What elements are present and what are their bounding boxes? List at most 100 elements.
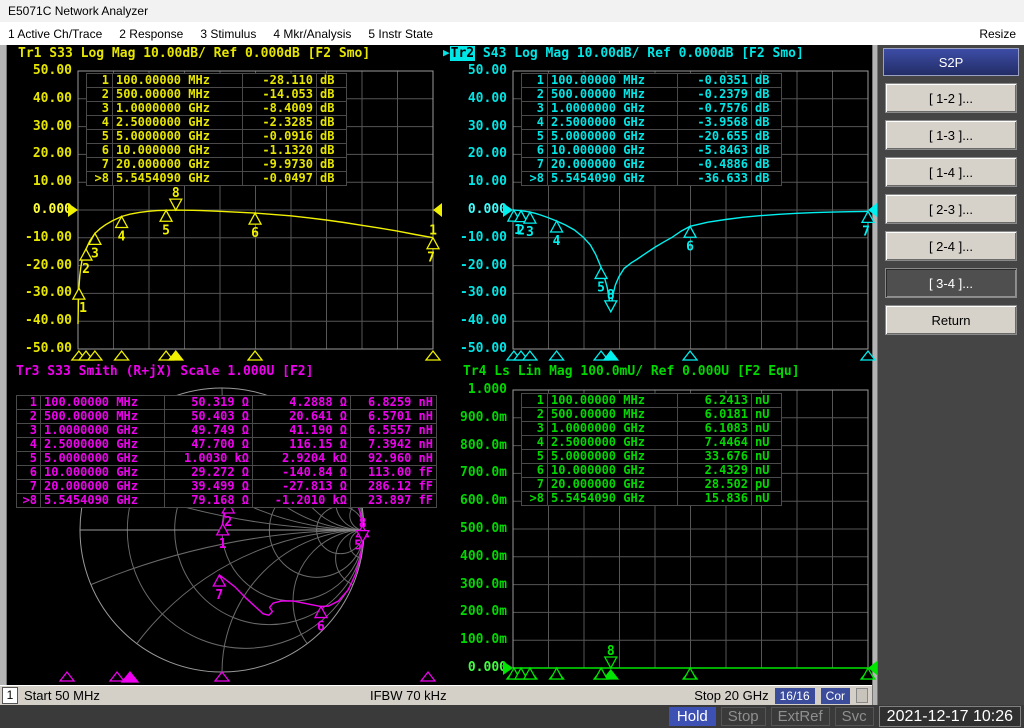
softkey-return[interactable]: Return <box>885 305 1017 335</box>
marker-row: >85.5454090 GHz-36.633dB <box>522 172 782 186</box>
tr2-header: ▶Tr2 S43 Log Mag 10.00dB/ Ref 0.000dB [F… <box>443 46 804 62</box>
tr2-label[interactable]: Tr2 <box>450 46 475 61</box>
svg-text:5: 5 <box>354 539 362 554</box>
svg-text:1: 1 <box>79 301 87 316</box>
svg-text:7: 7 <box>862 224 870 239</box>
tr4-header-text: Ls Lin Mag 100.0mU/ Ref 0.000U [F2 Equ] <box>486 364 799 379</box>
marker-row: 610.000000 GHz29.272 Ω-140.84 Ω113.00 fF <box>17 466 437 480</box>
window-title: E5071C Network Analyzer <box>8 4 148 18</box>
softkey-buttons: [ 1-2 ]... [ 1-3 ]... [ 1-4 ]... [ 2-3 ]...… <box>878 83 1024 335</box>
marker-row: 610.000000 GHz-5.8463dB <box>522 144 782 158</box>
instrument-display: 123456781 50.0040.0030.0020.0010.000.000… <box>0 45 872 685</box>
panel-tr4: 8 1.000900.0m800.0m700.0m600.0m500.0m400… <box>443 364 878 685</box>
tr3-header: ▶Tr3 S33 Smith (R+jX) Scale 1.000U [F2] <box>16 364 313 380</box>
svg-text:7: 7 <box>215 588 223 603</box>
marker-row: 31.0000000 GHz6.1083nU <box>522 422 782 436</box>
marker-row: >85.5454090 GHz-0.0497dB <box>87 172 347 186</box>
title-bar: E5071C Network Analyzer <box>0 0 1024 22</box>
svg-text:2: 2 <box>224 515 232 530</box>
marker-row: 31.0000000 GHz-8.4009dB <box>87 102 347 116</box>
tr4-label[interactable]: Tr4 <box>463 364 486 379</box>
marker-row: 2500.00000 MHz-0.2379dB <box>522 88 782 102</box>
marker-row: 1100.00000 MHz-0.0351dB <box>522 74 782 88</box>
marker-row: 1100.00000 MHz6.2413nU <box>522 394 782 408</box>
marker-row: 2500.00000 MHz-14.053dB <box>87 88 347 102</box>
svg-text:5: 5 <box>597 280 605 295</box>
marker-row: 720.000000 GHz28.502pU <box>522 478 782 492</box>
trigger-hold-badge: Hold <box>669 707 716 726</box>
marker-row: 31.0000000 GHz49.749 Ω41.190 Ω6.5557 nH <box>17 424 437 438</box>
marker-row: 1100.00000 MHz50.319 Ω4.2888 Ω6.8259 nH <box>17 396 437 410</box>
menu-items: 1 Active Ch/Trace 2 Response 3 Stimulus 4 M… <box>8 27 450 41</box>
marker-row: >85.5454090 GHz15.836nU <box>522 492 782 506</box>
channel-number-box: 1 <box>2 687 18 704</box>
tr4-marker-table: 1100.00000 MHz6.2413nU2500.00000 MHz6.01… <box>521 393 782 506</box>
marker-row: 42.5000000 GHz-3.9568dB <box>522 116 782 130</box>
marker-row: 1100.00000 MHz-28.110dB <box>87 74 347 88</box>
softkey--2-4-[interactable]: [ 2-4 ]... <box>885 231 1017 261</box>
svg-text:6: 6 <box>686 239 694 254</box>
marker-row: 55.0000000 GHz33.676nU <box>522 450 782 464</box>
tr1-label[interactable]: Tr1 <box>18 46 41 61</box>
correction-badge: Cor <box>821 688 850 704</box>
panel-tr2: 12345678 50.0040.0030.0020.0010.000.000-… <box>443 46 878 364</box>
menu-item-5-instr-state[interactable]: 5 Instr State <box>368 27 433 41</box>
svg-text:2: 2 <box>517 224 525 239</box>
marker-row: 720.000000 GHz-0.4886dB <box>522 158 782 172</box>
sweep-points-badge: 16/16 <box>775 688 815 704</box>
menu-item-1-active-ch-trace[interactable]: 1 Active Ch/Trace <box>8 27 102 41</box>
app-window: E5071C Network Analyzer 1 Active Ch/Trac… <box>0 0 1024 728</box>
softkey--1-2-[interactable]: [ 1-2 ]... <box>885 83 1017 113</box>
svg-text:8: 8 <box>607 288 615 303</box>
marker-row: 42.5000000 GHz47.700 Ω116.15 Ω7.3942 nH <box>17 438 437 452</box>
softkey-menu-title: S2P <box>883 48 1019 76</box>
datetime-display: 2021-12-17 10:26 <box>879 706 1021 727</box>
stop-indicator: Stop <box>721 707 766 726</box>
svg-text:4: 4 <box>118 229 126 244</box>
svg-text:7: 7 <box>427 251 435 266</box>
menu-item-3-stimulus[interactable]: 3 Stimulus <box>200 27 256 41</box>
marker-row: 42.5000000 GHz-2.3285dB <box>87 116 347 130</box>
menu-item-4-mkr-analysis[interactable]: 4 Mkr/Analysis <box>273 27 351 41</box>
marker-row: 720.000000 GHz-9.9730dB <box>87 158 347 172</box>
status-bar: 1 Start 50 MHz IFBW 70 kHz Stop 20 GHz 1… <box>0 685 872 705</box>
system-bar: Hold Stop ExtRef Svc 2021-12-17 10:26 <box>0 705 1024 728</box>
resize-button[interactable]: Resize <box>979 27 1016 41</box>
softkey--1-3-[interactable]: [ 1-3 ]... <box>885 120 1017 150</box>
menu-bar: 1 Active Ch/Trace 2 Response 3 Stimulus 4 M… <box>0 22 1024 45</box>
ifbw-label: IFBW 70 kHz <box>370 688 447 703</box>
extref-indicator: ExtRef <box>771 707 830 726</box>
tr1-header-text: S33 Log Mag 10.00dB/ Ref 0.000dB [F2 Smo… <box>41 46 370 61</box>
svg-text:8: 8 <box>607 644 615 659</box>
svg-text:1: 1 <box>219 537 227 552</box>
svc-indicator: Svc <box>835 707 874 726</box>
status-right-group: Stop 20 GHz 16/16 Cor <box>694 688 872 704</box>
svg-text:3: 3 <box>526 225 534 240</box>
softkey--1-4-[interactable]: [ 1-4 ]... <box>885 157 1017 187</box>
svg-text:5: 5 <box>162 223 170 238</box>
svg-text:1: 1 <box>429 224 437 239</box>
svg-text:8: 8 <box>172 186 180 201</box>
svg-text:4: 4 <box>553 234 561 249</box>
softkey--3-4-[interactable]: [ 3-4 ]... <box>885 268 1017 298</box>
panel-tr1: 123456781 50.0040.0030.0020.0010.000.000… <box>8 46 443 364</box>
marker-row: 42.5000000 GHz7.4464nU <box>522 436 782 450</box>
marker-row: 31.0000000 GHz-0.7576dB <box>522 102 782 116</box>
menu-item-2-response[interactable]: 2 Response <box>119 27 183 41</box>
marker-row: 2500.00000 MHz50.403 Ω20.641 Ω6.5701 nH <box>17 410 437 424</box>
tr3-label[interactable]: Tr3 <box>16 364 39 379</box>
svg-text:6: 6 <box>251 226 259 241</box>
status-blank-box <box>856 688 868 703</box>
tr2-marker-table: 1100.00000 MHz-0.0351dB2500.00000 MHz-0.… <box>521 73 782 186</box>
tr1-header: ▶Tr1 S33 Log Mag 10.00dB/ Ref 0.000dB [F… <box>18 46 370 62</box>
tr2-header-text: S43 Log Mag 10.00dB/ Ref 0.000dB [F2 Smo… <box>475 46 804 61</box>
tr1-marker-table: 1100.00000 MHz-28.110dB2500.00000 MHz-14… <box>86 73 347 186</box>
marker-row: 2500.00000 MHz6.0181nU <box>522 408 782 422</box>
svg-text:2: 2 <box>82 262 90 277</box>
tr3-marker-table: 1100.00000 MHz50.319 Ω4.2888 Ω6.8259 nH2… <box>16 395 437 508</box>
active-trace-arrow-icon: ▶ <box>443 46 450 59</box>
svg-text:6: 6 <box>317 620 325 635</box>
svg-text:8: 8 <box>359 517 367 532</box>
softkey--2-3-[interactable]: [ 2-3 ]... <box>885 194 1017 224</box>
softkey-panel: S2P [ 1-2 ]... [ 1-3 ]... [ 1-4 ]... [ 2-3 … <box>878 45 1024 705</box>
